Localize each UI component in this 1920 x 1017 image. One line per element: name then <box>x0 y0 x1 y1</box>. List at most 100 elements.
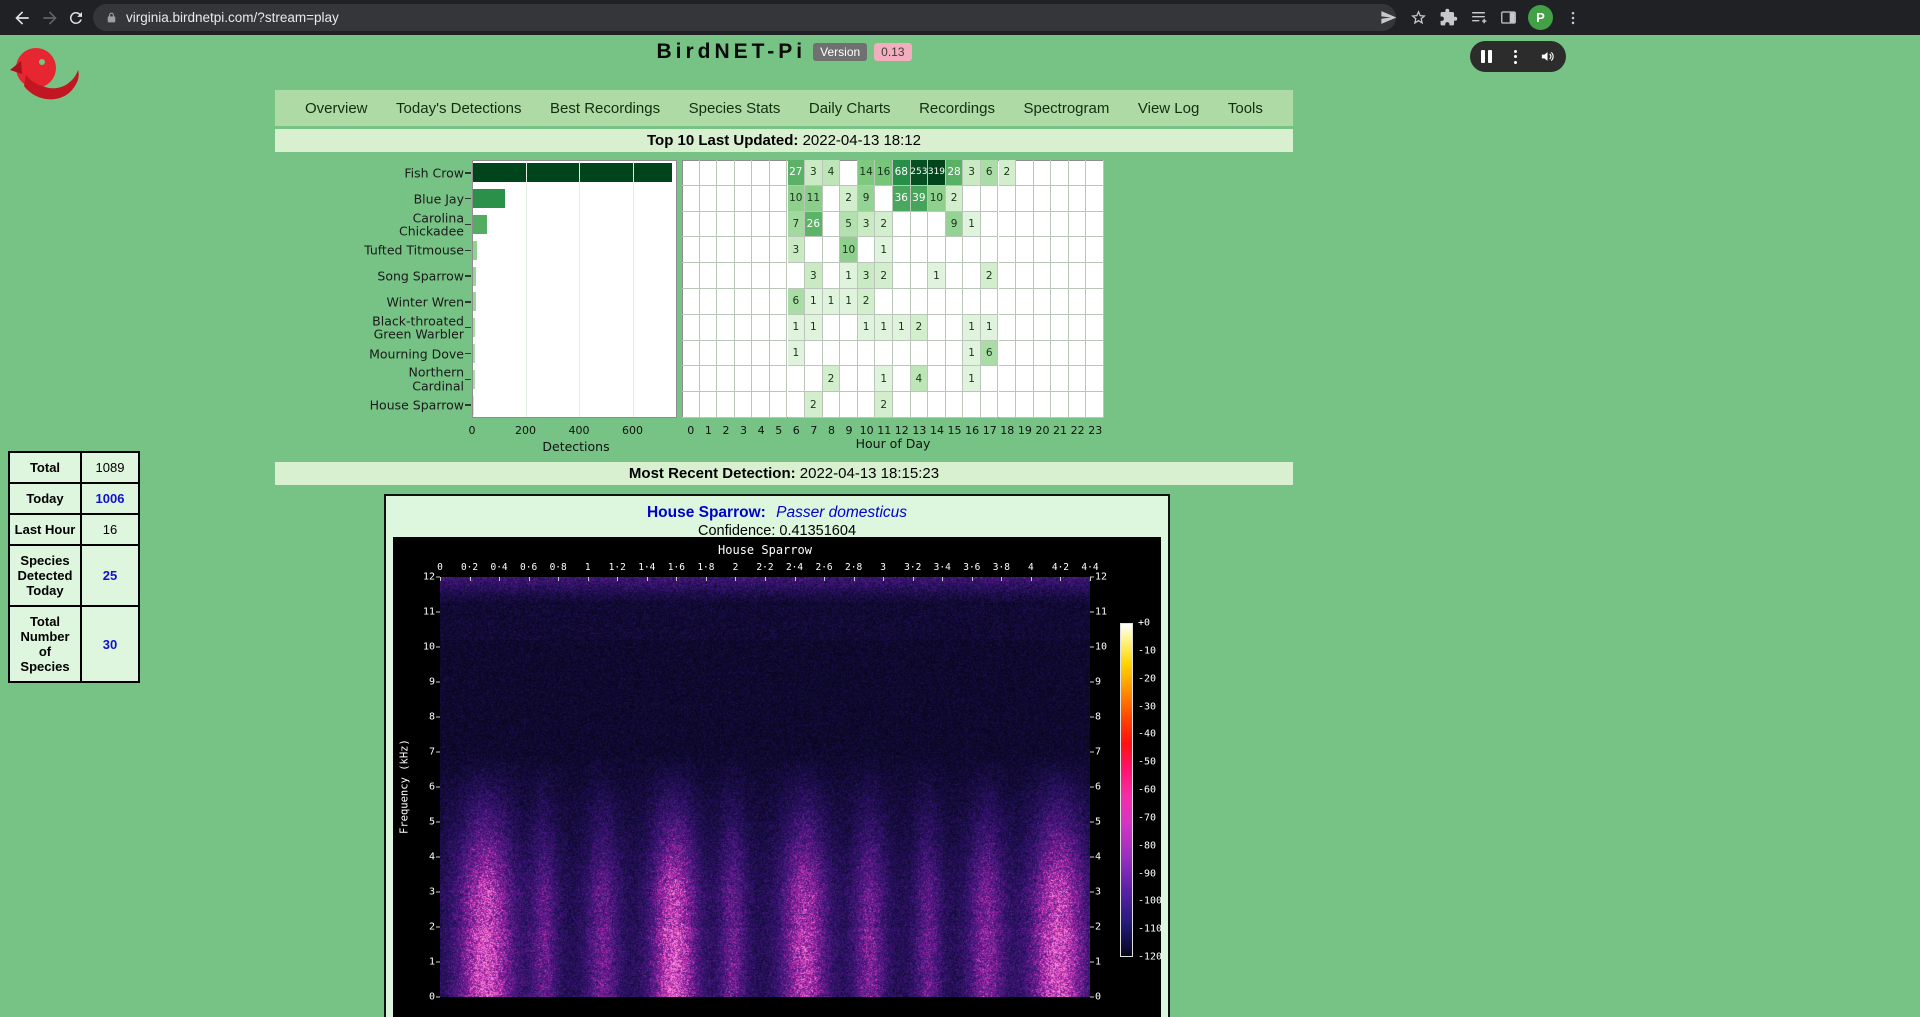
stats-value-total-number-of-species-link[interactable]: 30 <box>81 606 139 682</box>
spec-time-tick: 3·6 <box>963 562 980 573</box>
heat-cell: 2 <box>911 315 929 341</box>
heat-cell: 2 <box>875 263 893 289</box>
heat-cell: 10 <box>928 186 946 212</box>
heat-cell <box>717 341 735 367</box>
spec-freq-tick-left: 8 <box>413 712 435 723</box>
heat-cell <box>735 237 753 263</box>
spec-tick-mark <box>706 577 707 581</box>
stats-value-today-link[interactable]: 1006 <box>81 483 139 514</box>
spec-db-tick: -30 <box>1138 701 1156 712</box>
heat-cell <box>1034 212 1052 238</box>
extensions-button[interactable] <box>1438 7 1459 28</box>
spec-freq-tick-left: 11 <box>413 607 435 618</box>
top10-chart: Detections Hour of Day Fish CrowBlue Jay… <box>0 35 1920 465</box>
heat-cell <box>999 341 1017 367</box>
heat-cell <box>858 237 876 263</box>
spec-db-tick: -50 <box>1138 757 1156 768</box>
spec-tick-mark <box>1090 962 1094 963</box>
spec-time-tick: 1 <box>585 562 591 573</box>
detection-title: House Sparrow: Passer domesticus <box>386 504 1168 522</box>
bar-blue-jay <box>473 189 505 208</box>
address-bar[interactable]: virginia.birdnetpi.com/?stream=play <box>93 4 1396 31</box>
heat-cell <box>1051 186 1069 212</box>
heat-cell <box>1034 341 1052 367</box>
heat-cell <box>735 160 753 186</box>
heat-cell <box>911 212 929 238</box>
back-arrow-icon <box>12 8 32 28</box>
stats-row-total-number-of-species: Total Number of Species30 <box>9 606 139 682</box>
heat-cell <box>752 341 770 367</box>
heat-cell <box>928 341 946 367</box>
species-label-fish-crow: Fish Crow <box>364 166 464 180</box>
bar-gridline <box>579 161 580 417</box>
heat-xtick-21: 21 <box>1053 424 1067 437</box>
heat-cell <box>700 212 718 238</box>
heat-cell: 3 <box>788 237 806 263</box>
bar-xtick-400: 400 <box>569 424 590 437</box>
heat-cell: 2 <box>981 263 999 289</box>
spec-tick-mark <box>1031 577 1032 581</box>
browser-menu-button[interactable] <box>1562 7 1583 28</box>
reading-list-button[interactable] <box>1468 7 1489 28</box>
heat-cell <box>840 392 858 418</box>
heat-cell <box>752 186 770 212</box>
spec-tick-mark <box>676 577 677 581</box>
heat-xtick-3: 3 <box>740 424 747 437</box>
stats-row-total: Total1089 <box>9 452 139 483</box>
heat-cell <box>999 212 1017 238</box>
heat-cell <box>893 392 911 418</box>
heat-cell <box>946 289 964 315</box>
heat-cell: 3 <box>858 263 876 289</box>
kebab-menu-icon <box>1564 9 1582 27</box>
heat-cell <box>717 263 735 289</box>
heat-cell <box>1016 237 1034 263</box>
heat-cell <box>1034 392 1052 418</box>
spec-db-tick: -90 <box>1138 868 1156 879</box>
heat-cell: 11 <box>805 186 823 212</box>
species-link[interactable]: House Sparrow: <box>647 504 766 521</box>
heat-cell: 1 <box>788 341 806 367</box>
spec-db-tick: -10 <box>1138 645 1156 656</box>
heat-cell: 4 <box>823 160 841 186</box>
heat-cell <box>1086 237 1104 263</box>
forward-button[interactable] <box>36 4 63 31</box>
heat-cell <box>981 237 999 263</box>
heat-xtick-22: 22 <box>1071 424 1085 437</box>
heat-cell <box>981 212 999 238</box>
heat-cell <box>840 315 858 341</box>
heat-cell <box>788 366 806 392</box>
spec-time-tick: 2·6 <box>815 562 832 573</box>
spec-tick-mark <box>529 577 530 581</box>
heat-cell <box>911 237 929 263</box>
back-button[interactable] <box>8 4 35 31</box>
heat-cell <box>682 212 700 238</box>
heat-cell <box>963 289 981 315</box>
heat-cell <box>981 186 999 212</box>
heat-cell <box>700 315 718 341</box>
heat-cell <box>999 289 1017 315</box>
heat-xtick-8: 8 <box>828 424 835 437</box>
scientific-name-link[interactable]: Passer domesticus <box>776 504 907 521</box>
profile-avatar[interactable]: P <box>1528 5 1553 30</box>
spec-tick-mark <box>647 577 648 581</box>
heat-cell <box>1086 315 1104 341</box>
spec-time-tick: 0·6 <box>520 562 537 573</box>
side-panel-button[interactable] <box>1498 7 1519 28</box>
heat-cell <box>1034 315 1052 341</box>
heat-cell <box>823 186 841 212</box>
bookmark-button[interactable] <box>1408 7 1429 28</box>
heat-cell: 1 <box>963 366 981 392</box>
bar-xtick-0: 0 <box>469 424 476 437</box>
heat-cell <box>1016 315 1034 341</box>
heat-cell <box>946 366 964 392</box>
heat-cell <box>770 315 788 341</box>
stats-value-species-detected-today-link[interactable]: 25 <box>81 545 139 606</box>
spectrogram-ylabel: Frequency (kHz) <box>397 577 412 997</box>
heat-cell <box>893 289 911 315</box>
heat-cell: 1 <box>805 315 823 341</box>
spec-tick-mark <box>436 787 440 788</box>
reload-button[interactable] <box>62 4 89 31</box>
send-button[interactable] <box>1378 7 1399 28</box>
spec-tick-mark <box>436 752 440 753</box>
heat-cell <box>700 289 718 315</box>
